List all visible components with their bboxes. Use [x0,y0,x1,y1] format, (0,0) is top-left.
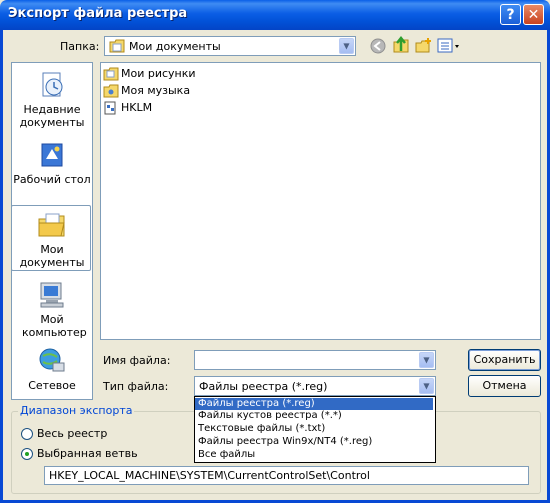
help-button[interactable]: ? [500,4,521,25]
desktop-icon [41,143,63,167]
branch-path-input[interactable]: HKEY_LOCAL_MACHINE\SYSTEM\CurrentControl… [44,466,529,485]
filetype-label: Тип файла: [103,380,169,393]
place-my-computer[interactable]: Мой компьютер [12,280,92,339]
place-label: Недавние документы [19,103,85,129]
filename-input[interactable] [194,350,436,370]
up-folder-icon[interactable] [392,36,410,54]
window-frame-left [0,30,3,503]
file-item-name: Моя музыка [121,84,191,97]
new-folder-icon[interactable] [414,37,432,55]
filename-label: Имя файла: [103,354,171,367]
filetype-option[interactable]: Текстовые файлы (*.txt) [195,423,433,435]
place-label: Рабочий стол [13,173,91,186]
filetype-value: Файлы реестра (*.reg) [199,380,328,393]
save-button[interactable]: Сохранить [468,349,541,371]
file-item-name: HKLM [121,101,153,114]
export-range-title: Диапазон экспорта [18,404,135,417]
lookin-value: Мои документы [129,40,221,53]
place-label: Мой компьютер [22,313,87,339]
window-title: Экспорт файла реестра [8,6,188,21]
folder-icon [103,84,119,98]
cancel-button[interactable]: Отмена [468,375,541,397]
recent-documents-icon [42,72,63,97]
close-button[interactable]: ✕ [523,4,544,25]
lookin-combo[interactable]: Мои документы [104,36,356,56]
filetype-dropdown-arrow[interactable] [419,378,434,394]
radio-all-registry-label[interactable]: Весь реестр [37,427,107,440]
lookin-dropdown-arrow[interactable] [339,38,354,54]
place-label: Сетевое [28,379,76,392]
file-item[interactable]: Мои рисунки [103,66,196,82]
place-label: Мои документы [19,243,85,269]
registry-file-icon [104,101,116,115]
lookin-label: Папка: [60,40,100,53]
filetype-option[interactable]: Файлы кустов реестра (*.*) [195,410,433,422]
file-item[interactable]: Моя музыка [103,83,190,99]
folder-icon [103,67,119,81]
branch-path-value: HKEY_LOCAL_MACHINE\SYSTEM\CurrentControl… [49,469,370,482]
network-icon [39,348,65,372]
file-item-name: Мои рисунки [121,67,196,80]
place-desktop[interactable]: Рабочий стол [12,140,92,186]
radio-selected-branch-label[interactable]: Выбранная ветвь [37,447,138,460]
back-icon[interactable] [369,37,387,55]
file-item[interactable]: HKLM [103,100,152,116]
place-my-documents[interactable]: Мои документы [12,210,92,269]
my-documents-small-icon [109,39,125,53]
my-documents-icon [38,213,65,237]
filetype-option[interactable]: Файлы реестра Win9x/NT4 (*.reg) [195,436,433,448]
place-network[interactable]: Сетевое [12,346,92,392]
radio-all-registry[interactable] [21,428,33,440]
filename-dropdown-arrow[interactable] [419,352,434,368]
place-recent-documents[interactable]: Недавние документы [12,70,92,129]
view-menu-icon[interactable] [437,37,461,55]
filetype-select[interactable]: Файлы реестра (*.reg) [194,376,436,396]
filetype-option[interactable]: Все файлы [195,449,433,461]
radio-selected-branch[interactable] [21,448,33,460]
my-computer-icon [40,282,64,308]
file-list[interactable] [100,62,541,340]
filetype-option[interactable]: Файлы реестра (*.reg) [195,398,433,410]
